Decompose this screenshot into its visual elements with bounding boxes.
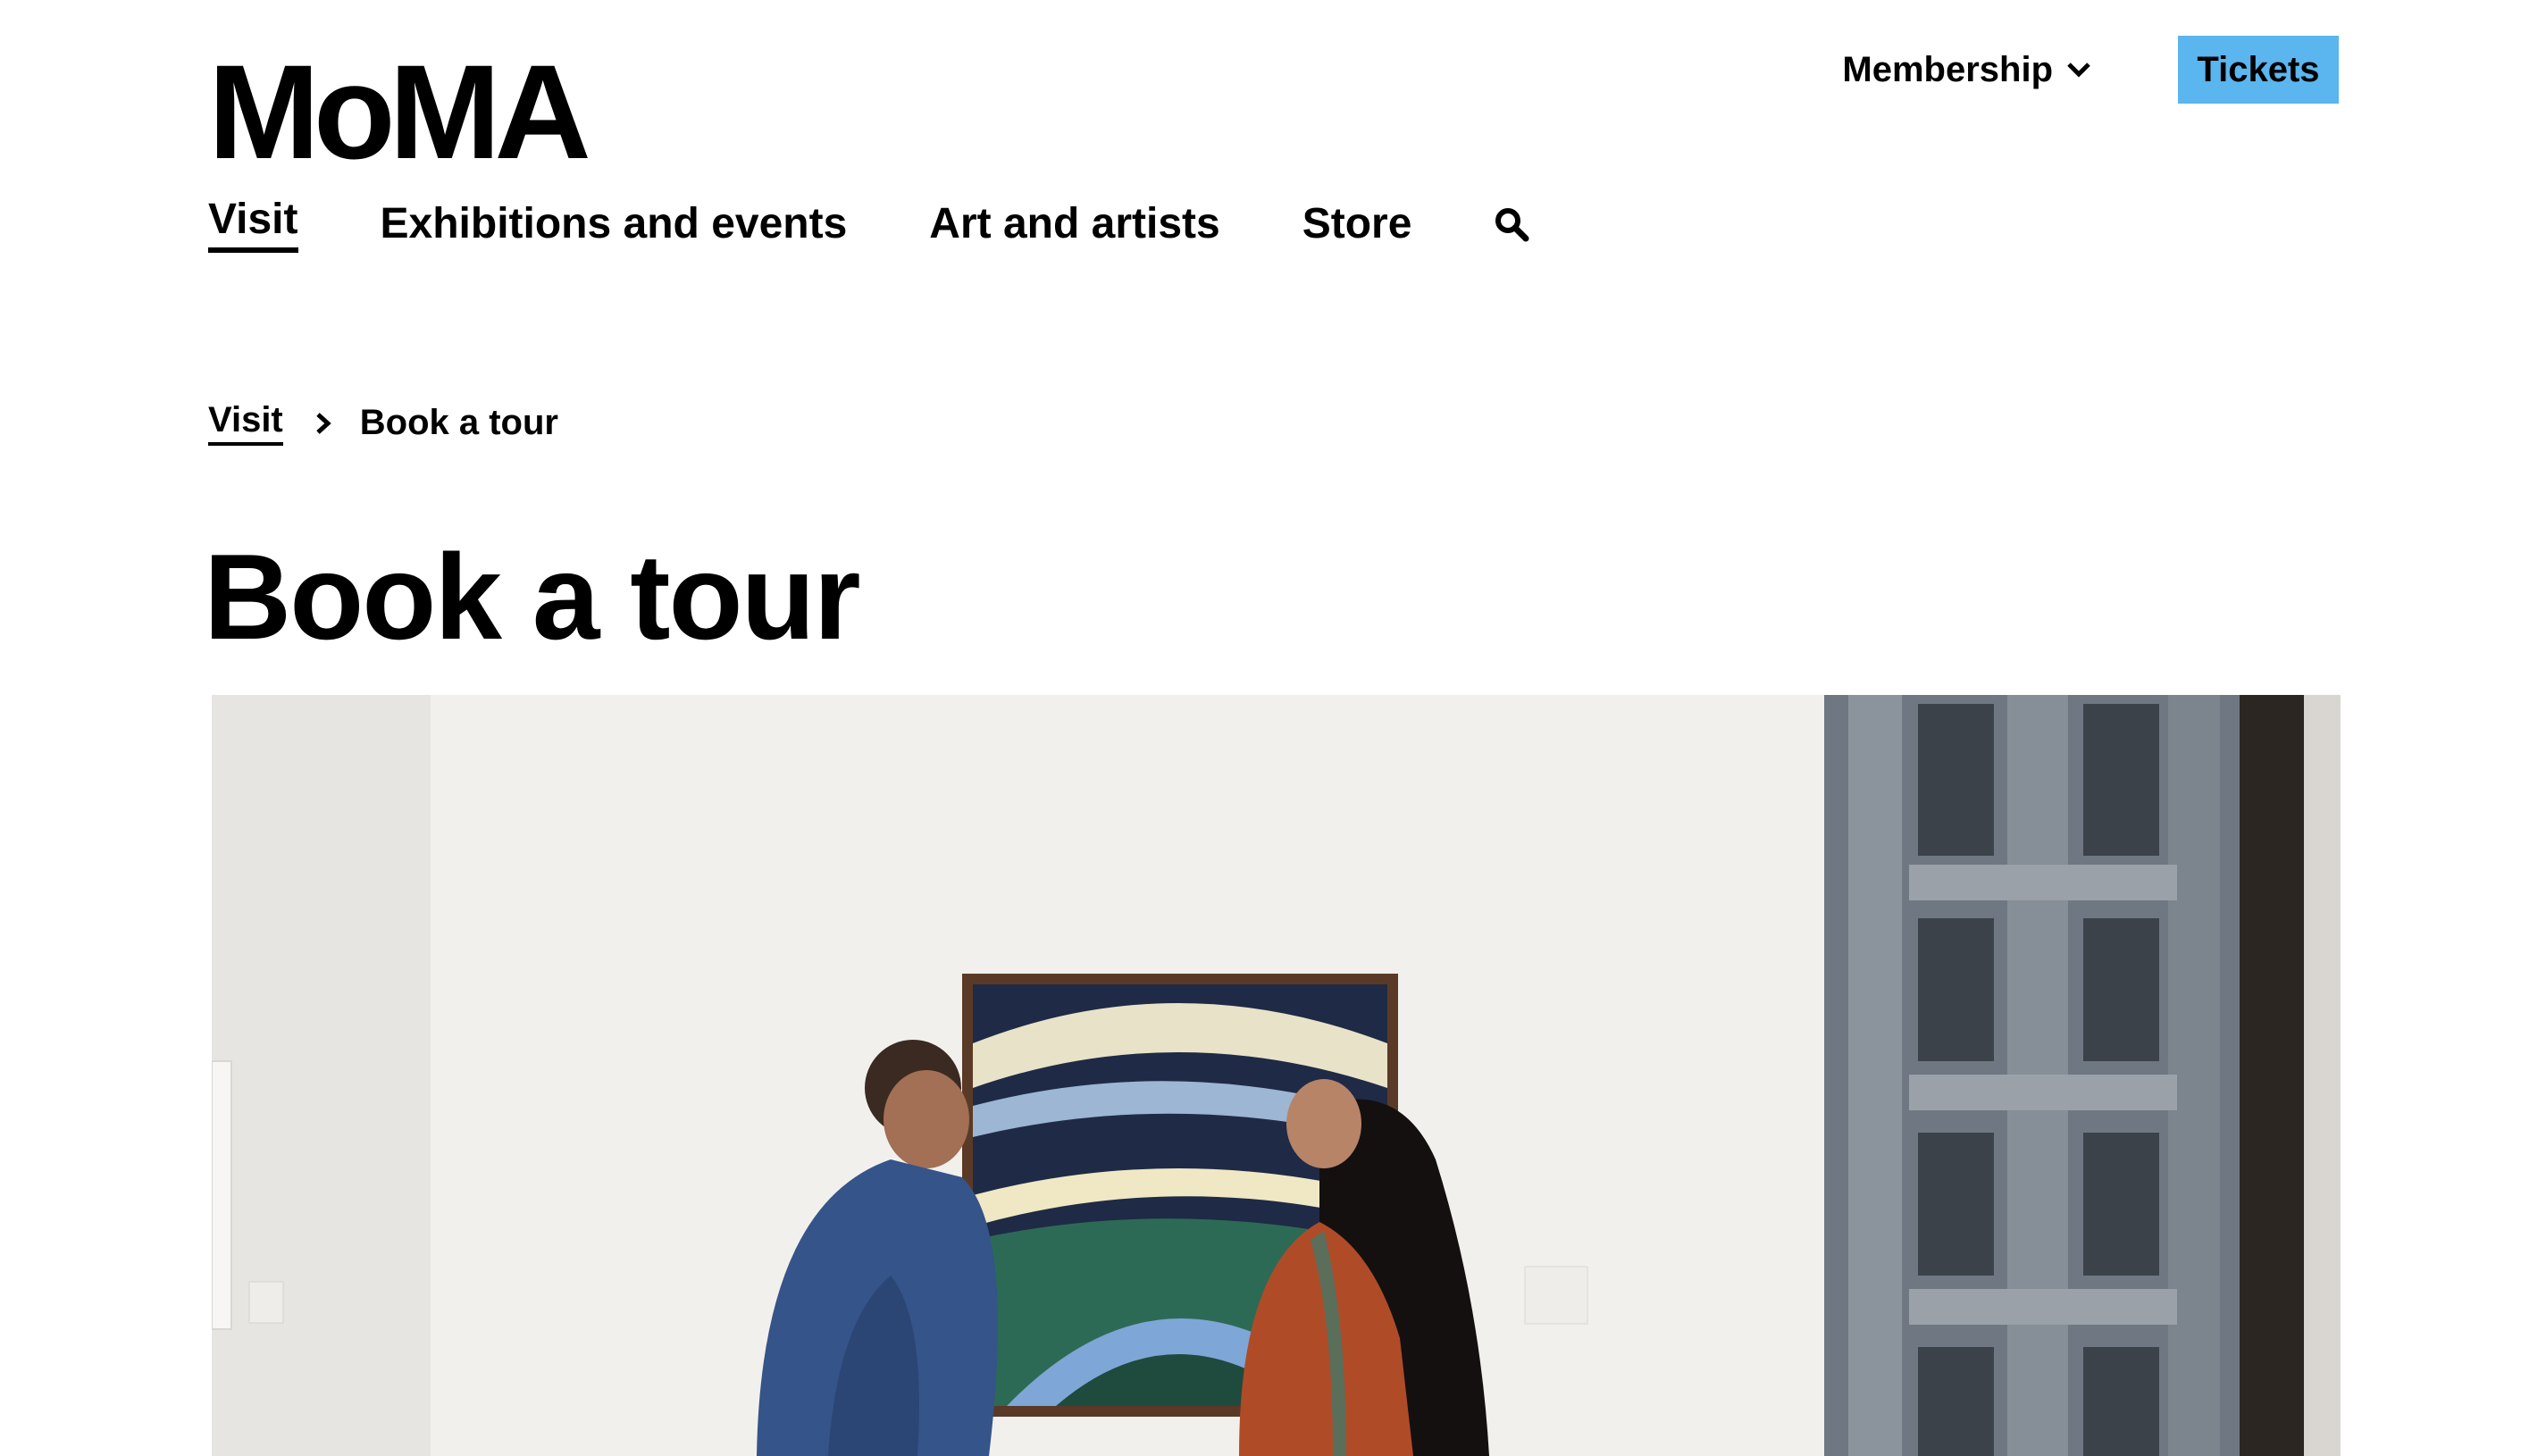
breadcrumb-visit[interactable]: Visit (208, 400, 283, 446)
main-nav: Visit Exhibitions and events Art and art… (208, 195, 1529, 253)
membership-label: Membership (1842, 49, 2053, 89)
chevron-down-icon (2067, 63, 2090, 78)
nav-item-exhibitions-and-events[interactable]: Exhibitions and events (381, 199, 848, 248)
nav-item-store[interactable]: Store (1302, 199, 1412, 248)
breadcrumb-current: Book a tour (359, 403, 558, 442)
moma-logo[interactable]: MoMA (208, 45, 591, 179)
hero-photo (212, 695, 2341, 1456)
breadcrumb: Visit Book a tour (208, 400, 558, 446)
membership-menu[interactable]: Membership (1842, 50, 2092, 90)
header-actions: Membership Tickets (1842, 36, 2339, 104)
hero-image (212, 695, 2341, 1456)
chevron-right-icon (316, 412, 331, 434)
page-title: Book a tour (204, 529, 861, 665)
search-icon[interactable] (1494, 206, 1529, 242)
nav-item-art-and-artists[interactable]: Art and artists (929, 199, 1219, 248)
tickets-button[interactable]: Tickets (2178, 36, 2339, 104)
nav-item-visit[interactable]: Visit (208, 195, 298, 253)
